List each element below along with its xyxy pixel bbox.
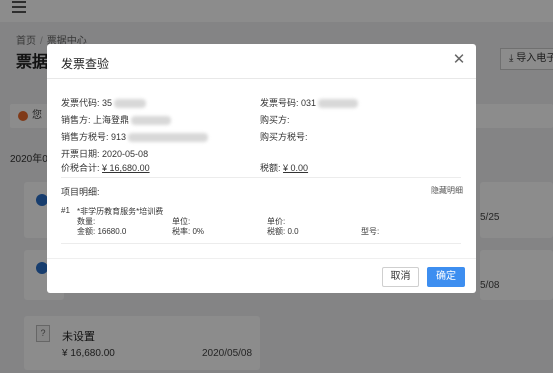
invoice-number-value: 031 (301, 98, 317, 108)
redacted-mask (131, 116, 172, 126)
item-index: #1 (61, 206, 70, 215)
items-title: 项目明细: (61, 187, 100, 197)
invoice-code-field: 发票代码: 35 (61, 96, 147, 109)
seller-value: 上海登鼎 (93, 115, 130, 125)
issue-date-label: 开票日期: (61, 149, 100, 159)
seller-tax-label: 销售方税号: (61, 132, 109, 142)
seller-field: 销售方: 上海登鼎 (61, 113, 172, 126)
item-amount: 金额: 16680.0 (77, 227, 127, 236)
redacted-mask (318, 99, 359, 109)
tax-label: 税额: (260, 163, 281, 173)
confirm-button[interactable]: 确定 (427, 267, 465, 287)
buyer-field: 购买方: (260, 113, 290, 126)
tax-field: 税额: ¥ 0.00 (260, 161, 308, 174)
item-tax-rate: 税率: 0% (172, 227, 205, 236)
item-tax: 税额: 0.0 (267, 227, 299, 236)
hide-details-link[interactable]: 隐藏明细 (431, 185, 463, 196)
invoice-code-value: 35 (102, 98, 113, 108)
seller-tax-field: 销售方税号: 913 (61, 130, 209, 143)
dialog-header: 发票查验 ✕ (47, 44, 476, 79)
invoice-code-label: 发票代码: (61, 98, 100, 108)
redacted-mask (128, 133, 209, 143)
close-icon[interactable]: ✕ (451, 52, 467, 68)
total-field: 价税合计: ¥ 16,680.00 (61, 161, 150, 174)
item-model: 型号: (361, 227, 380, 236)
dialog-title: 发票查验 (61, 57, 110, 71)
buyer-tax-label: 购买方税号: (260, 132, 308, 142)
invoice-number-field: 发票号码: 031 (260, 96, 359, 109)
footer-divider (47, 258, 476, 259)
buyer-tax-field: 购买方税号: (260, 130, 308, 143)
issue-date-value: 2020-05-08 (102, 149, 149, 159)
invoice-verify-dialog: 发票查验 ✕ 发票代码: 35 发票号码: 031 销售方: 上海登鼎 购买方:… (47, 44, 476, 293)
total-label: 价税合计: (61, 163, 100, 173)
redacted-mask (114, 99, 147, 109)
divider (61, 177, 461, 178)
seller-tax-value: 913 (111, 132, 127, 142)
issue-date-field: 开票日期: 2020-05-08 (61, 147, 148, 160)
invoice-number-label: 发票号码: (260, 98, 299, 108)
seller-label: 销售方: (61, 115, 91, 125)
line-item: #1 *非学历教育服务*培训费 数量: 单位: 单价: 金额: 16680.0 … (61, 202, 461, 244)
tax-value: ¥ 0.00 (283, 163, 309, 173)
buyer-label: 购买方: (260, 115, 290, 125)
total-value: ¥ 16,680.00 (102, 163, 150, 173)
cancel-button[interactable]: 取消 (382, 267, 419, 287)
